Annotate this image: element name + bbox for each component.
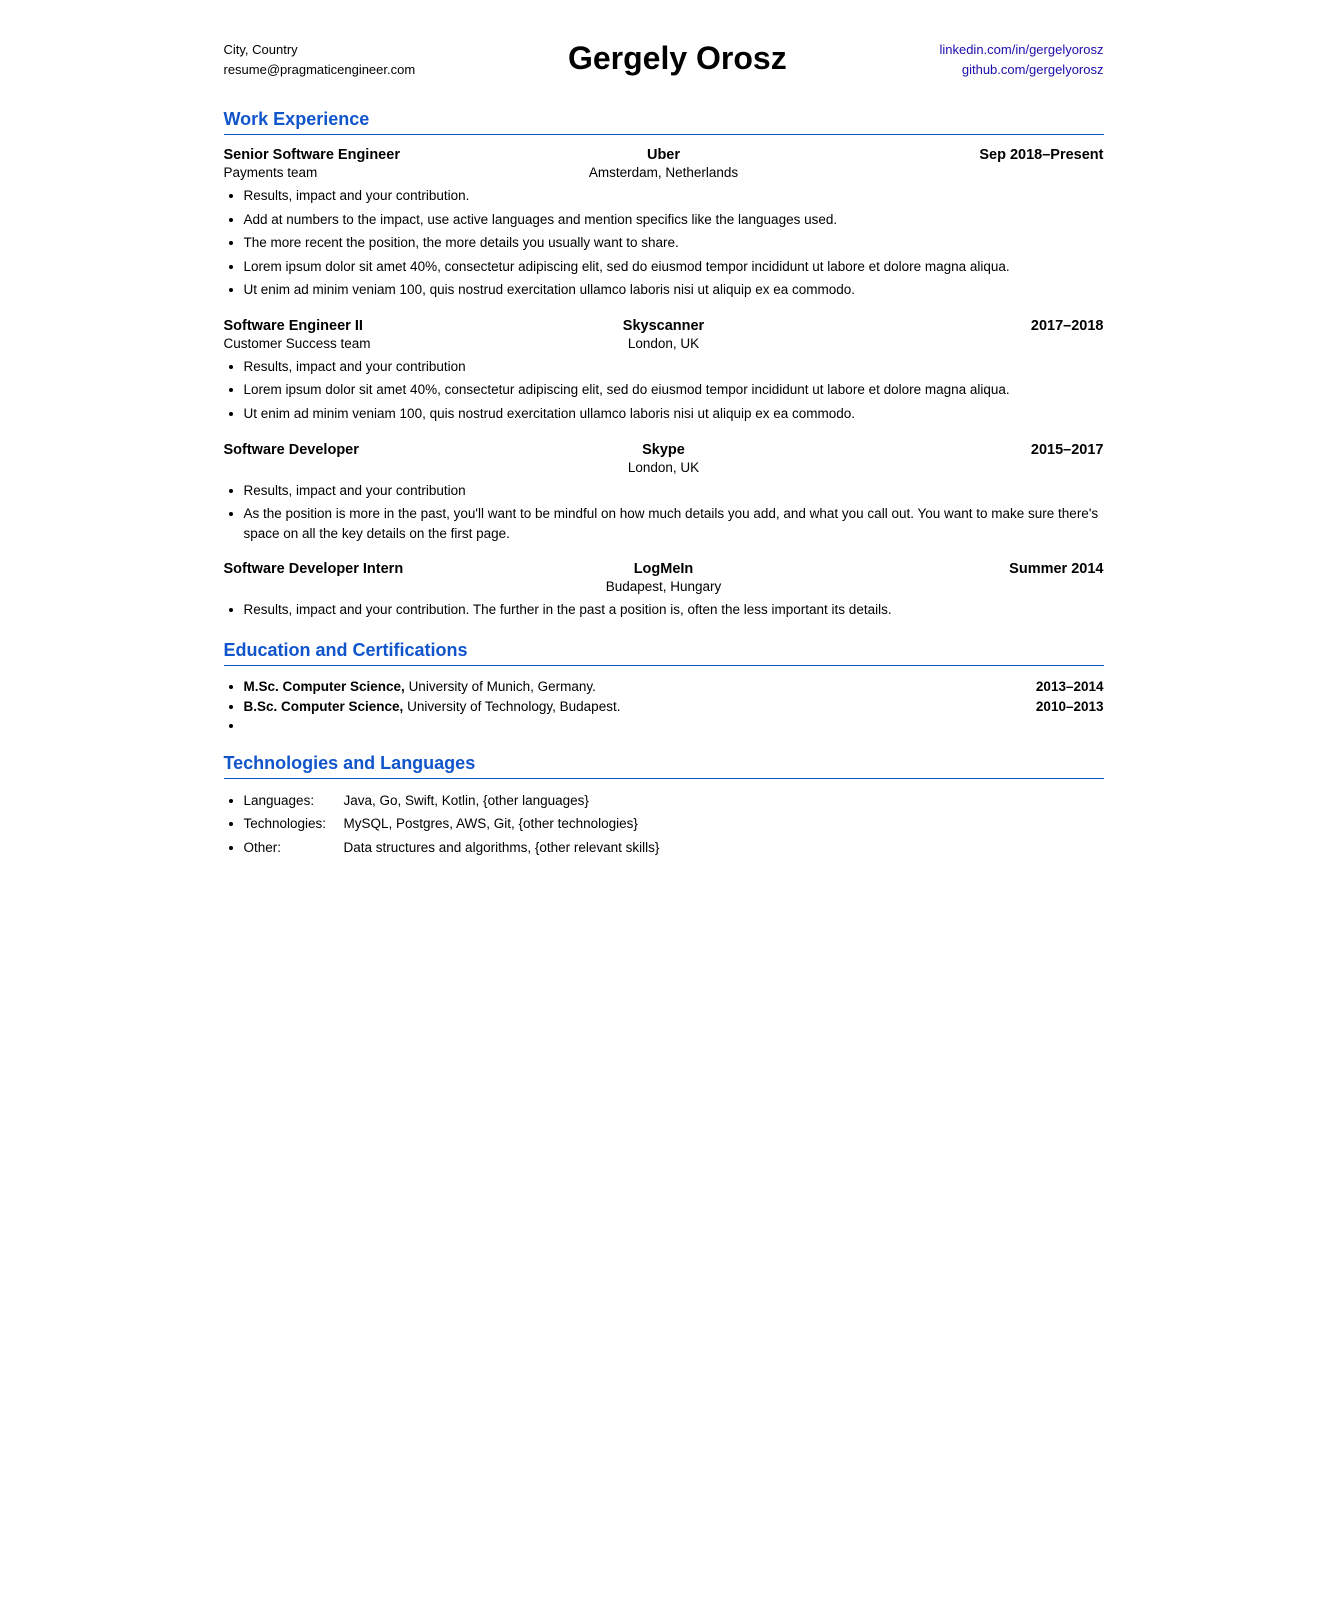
tech-value-other: Data structures and algorithms, {other r…: [344, 838, 1104, 858]
job-bullets-skype: Results, impact and your contribution As…: [244, 481, 1104, 544]
job-header-logmein: Software Developer Intern LogMeIn Summer…: [224, 561, 1104, 577]
list-item: The more recent the position, the more d…: [244, 233, 1104, 253]
job-dates-skyscanner: 2017–2018: [810, 318, 1103, 334]
tech-label-other: Other:: [244, 838, 344, 858]
job-bullets-uber: Results, impact and your contribution. A…: [244, 186, 1104, 300]
job-title-skype: Software Developer: [224, 442, 517, 458]
education-list: M.Sc. Computer Science, University of Mu…: [244, 678, 1104, 733]
list-item: [244, 718, 1104, 733]
resume-header: City, Country resume@pragmaticengineer.c…: [224, 40, 1104, 79]
job-location-logmein: Budapest, Hungary: [517, 579, 810, 594]
education-title: Education and Certifications: [224, 640, 1104, 661]
job-dates-uber: Sep 2018–Present: [810, 147, 1103, 163]
job-subheader-skyscanner: Customer Success team London, UK: [224, 336, 1104, 351]
job-header-uber: Senior Software Engineer Uber Sep 2018–P…: [224, 147, 1104, 163]
technologies-list: Languages: Java, Go, Swift, Kotlin, {oth…: [244, 791, 1104, 858]
edu-dates-bsc: 2010–2013: [1036, 699, 1104, 714]
job-team-uber: Payments team: [224, 165, 517, 180]
job-entry-logmein: Software Developer Intern LogMeIn Summer…: [224, 561, 1104, 620]
technologies-section: Technologies and Languages Languages: Ja…: [224, 753, 1104, 858]
job-subheader-skype: London, UK: [224, 460, 1104, 475]
list-item: Results, impact and your contribution. T…: [244, 600, 1104, 620]
job-title-uber: Senior Software Engineer: [224, 147, 517, 163]
education-divider: [224, 665, 1104, 666]
tech-technologies: Technologies: MySQL, Postgres, AWS, Git,…: [244, 814, 1104, 834]
technologies-divider: [224, 778, 1104, 779]
job-location-skyscanner: London, UK: [517, 336, 810, 351]
job-subheader-logmein: Budapest, Hungary: [224, 579, 1104, 594]
list-item: As the position is more in the past, you…: [244, 504, 1104, 543]
tech-value-technologies: MySQL, Postgres, AWS, Git, {other techno…: [344, 814, 1104, 834]
edu-dates-msc: 2013–2014: [1036, 679, 1104, 694]
list-item: Languages: Java, Go, Swift, Kotlin, {oth…: [244, 791, 1104, 811]
edu-item-msc: M.Sc. Computer Science, University of Mu…: [244, 679, 1104, 694]
job-title-skyscanner: Software Engineer II: [224, 318, 517, 334]
job-location-skype: London, UK: [517, 460, 810, 475]
header-email: resume@pragmaticengineer.com: [224, 60, 416, 80]
list-item: Technologies: MySQL, Postgres, AWS, Git,…: [244, 814, 1104, 834]
header-center: Gergely Orosz: [415, 40, 939, 77]
tech-label-technologies: Technologies:: [244, 814, 344, 834]
list-item: M.Sc. Computer Science, University of Mu…: [244, 678, 1104, 694]
list-item: Add at numbers to the impact, use active…: [244, 210, 1104, 230]
github-link[interactable]: github.com/gergelyorosz: [939, 60, 1103, 80]
list-item: Other: Data structures and algorithms, {…: [244, 838, 1104, 858]
list-item: B.Sc. Computer Science, University of Te…: [244, 698, 1104, 714]
work-experience-title: Work Experience: [224, 109, 1104, 130]
edu-degree-bold-bsc: B.Sc. Computer Science,: [244, 699, 404, 714]
list-item: Ut enim ad minim veniam 100, quis nostru…: [244, 280, 1104, 300]
tech-languages: Languages: Java, Go, Swift, Kotlin, {oth…: [244, 791, 1104, 811]
job-company-uber: Uber: [517, 147, 810, 163]
edu-degree-bold-msc: M.Sc. Computer Science,: [244, 679, 405, 694]
job-location-uber: Amsterdam, Netherlands: [517, 165, 810, 180]
list-item: Ut enim ad minim veniam 100, quis nostru…: [244, 404, 1104, 424]
job-entry-uber: Senior Software Engineer Uber Sep 2018–P…: [224, 147, 1104, 300]
edu-institution-msc-text: University of Munich, Germany.: [409, 679, 596, 694]
tech-label-languages: Languages:: [244, 791, 344, 811]
job-team-logmein: [224, 579, 517, 594]
job-team-skype: [224, 460, 517, 475]
header-links: linkedin.com/in/gergelyorosz github.com/…: [939, 40, 1103, 79]
job-header-skype: Software Developer Skype 2015–2017: [224, 442, 1104, 458]
tech-other: Other: Data structures and algorithms, {…: [244, 838, 1104, 858]
job-company-skype: Skype: [517, 442, 810, 458]
job-bullets-skyscanner: Results, impact and your contribution Lo…: [244, 357, 1104, 424]
job-company-logmein: LogMeIn: [517, 561, 810, 577]
header-contact-left: City, Country resume@pragmaticengineer.c…: [224, 40, 416, 79]
job-entry-skype: Software Developer Skype 2015–2017 Londo…: [224, 442, 1104, 544]
job-company-skyscanner: Skyscanner: [517, 318, 810, 334]
edu-degree-msc: M.Sc. Computer Science, University of Mu…: [244, 679, 1036, 694]
edu-institution-bsc-text: University of Technology, Budapest.: [407, 699, 620, 714]
job-entry-skyscanner: Software Engineer II Skyscanner 2017–201…: [224, 318, 1104, 424]
list-item: Results, impact and your contribution: [244, 357, 1104, 377]
work-experience-divider: [224, 134, 1104, 135]
full-name: Gergely Orosz: [415, 40, 939, 77]
job-header-skyscanner: Software Engineer II Skyscanner 2017–201…: [224, 318, 1104, 334]
job-title-logmein: Software Developer Intern: [224, 561, 517, 577]
job-subheader-uber: Payments team Amsterdam, Netherlands: [224, 165, 1104, 180]
list-item: Lorem ipsum dolor sit amet 40%, consecte…: [244, 257, 1104, 277]
list-item: Results, impact and your contribution.: [244, 186, 1104, 206]
job-bullets-logmein: Results, impact and your contribution. T…: [244, 600, 1104, 620]
job-team-skyscanner: Customer Success team: [224, 336, 517, 351]
list-item: Lorem ipsum dolor sit amet 40%, consecte…: [244, 380, 1104, 400]
edu-item-bsc: B.Sc. Computer Science, University of Te…: [244, 699, 1104, 714]
job-dates-skype: 2015–2017: [810, 442, 1103, 458]
linkedin-link[interactable]: linkedin.com/in/gergelyorosz: [939, 40, 1103, 60]
header-city: City, Country: [224, 40, 416, 60]
edu-degree-bsc: B.Sc. Computer Science, University of Te…: [244, 699, 1036, 714]
technologies-title: Technologies and Languages: [224, 753, 1104, 774]
job-dates-logmein: Summer 2014: [810, 561, 1103, 577]
list-item: Results, impact and your contribution: [244, 481, 1104, 501]
work-experience-section: Work Experience Senior Software Engineer…: [224, 109, 1104, 620]
education-section: Education and Certifications M.Sc. Compu…: [224, 640, 1104, 733]
tech-value-languages: Java, Go, Swift, Kotlin, {other language…: [344, 791, 1104, 811]
